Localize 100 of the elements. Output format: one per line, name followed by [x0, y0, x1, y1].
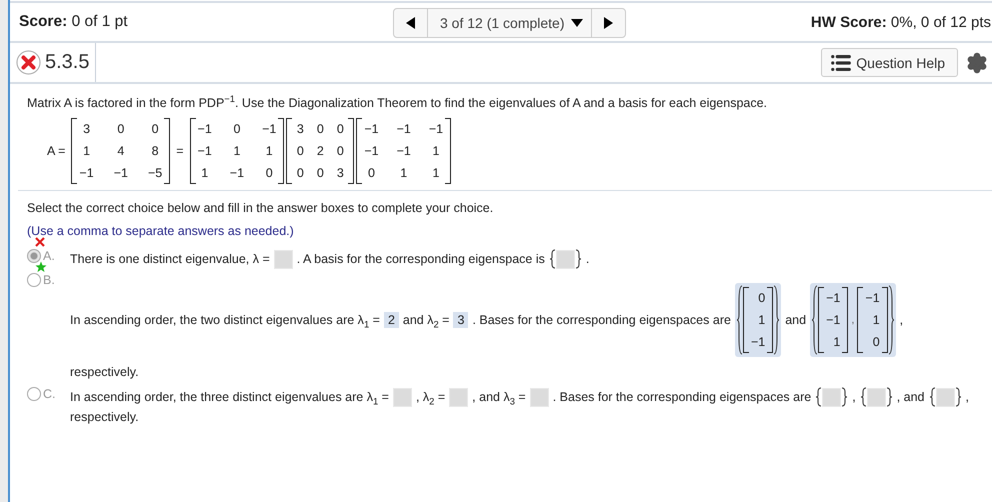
- answer-set[interactable]: −1 −1 1 , −1 1 0: [810, 283, 896, 357]
- brace-icon: [954, 387, 962, 407]
- matrix-entry: −1: [826, 313, 840, 327]
- matrix-entry: −1: [428, 122, 444, 136]
- answer-box[interactable]: [274, 250, 293, 268]
- matrix-entry: 0: [366, 166, 376, 180]
- choice-text: In ascending order, the two distinct eigenvalues are λ$_{1}$ =: [70, 313, 380, 327]
- question-number: 5.3.5: [41, 43, 96, 82]
- matrix-entry: 0: [150, 122, 160, 136]
- matrix-entry: 1: [264, 144, 274, 158]
- hw-score-text: HW Score: 0%, 0 of 12 pts: [810, 14, 991, 30]
- answer-box[interactable]: [936, 388, 954, 406]
- matrix-entry: 8: [150, 144, 160, 158]
- matrix-entry: 1: [232, 144, 242, 158]
- matrix-entry: 4: [116, 144, 126, 158]
- answer-box[interactable]: [822, 388, 842, 406]
- answer-box[interactable]: [530, 388, 549, 406]
- matrix-entry: 0: [296, 166, 305, 180]
- answer-box[interactable]: [392, 388, 412, 406]
- matrix-entry: 2: [316, 144, 325, 158]
- brace-icon: [574, 249, 582, 269]
- instructions: Select the correct choice below and fill in the answer boxes to complete your choice.: [27, 201, 494, 215]
- equation-label: A =: [47, 144, 66, 158]
- brace-icon: [736, 285, 743, 355]
- matrix-entry: 0: [296, 144, 305, 158]
- brace-icon: [811, 285, 818, 355]
- hint-note: (Use a comma to separate answers as needed.): [27, 224, 295, 238]
- matrix-entry: 1: [832, 335, 840, 349]
- choice-letter: A.: [43, 249, 55, 263]
- score-text: Score: 0 of 1 pt: [19, 13, 128, 31]
- choice-text: . Bases for the corresponding eigenspaces are: [552, 390, 812, 404]
- matrix-entry: −1: [750, 335, 766, 349]
- matrix-entry: 0: [757, 291, 766, 305]
- matrix-entry: 1: [757, 313, 766, 327]
- matrix-entry: 1: [872, 313, 880, 327]
- brace-icon: [773, 285, 780, 355]
- matrix-entry: 0: [232, 122, 242, 136]
- matrix-entry: 0: [872, 335, 880, 349]
- choice-text: and: [785, 313, 806, 327]
- choice-text: respectively.: [70, 410, 139, 424]
- matrix-entry: 0: [116, 122, 126, 136]
- matrix-entry: −1: [198, 144, 212, 158]
- matrix-entry: −1: [364, 144, 379, 158]
- radio-button[interactable]: [27, 387, 41, 401]
- question-prompt: Matrix A is factored in the form PDP$^{−1}$. Use the Diagonalization Theorem to find the eigenvalues of A and a basis for each eigenspace.: [27, 96, 768, 110]
- matrix-entry: 1: [82, 144, 92, 158]
- radio-button[interactable]: [27, 249, 41, 263]
- matrix-entry: −1: [826, 291, 840, 305]
- choice-text: and λ$_{2}$ =: [402, 313, 450, 327]
- choice-text: There is one distinct eigenvalue, λ =: [70, 252, 270, 266]
- matrix-entry: −1: [79, 166, 94, 180]
- matrix-entry: −1: [396, 122, 411, 136]
- matrix-entry: 3: [82, 122, 92, 136]
- choice-letter: B.: [43, 273, 55, 287]
- matrix-entry: 0: [316, 166, 325, 180]
- matrix-entry: 0: [264, 166, 274, 180]
- choice-text: , λ$_{2}$ =: [416, 390, 446, 404]
- choice-letter: C.: [43, 387, 56, 401]
- radio-button[interactable]: [27, 273, 41, 287]
- matrix-entry: −1: [198, 122, 212, 136]
- matrix-entry: −1: [262, 122, 276, 136]
- matrix-entry: −1: [364, 122, 379, 136]
- matrix-entry: −1: [230, 166, 244, 180]
- choice-text: ,: [966, 390, 969, 404]
- choice-text: .: [586, 252, 590, 266]
- matrix-entry: 1: [432, 166, 440, 180]
- matrix-entry: −1: [865, 291, 880, 305]
- choice-text: , and: [896, 390, 924, 404]
- matrix-entry: −1: [396, 144, 411, 158]
- brace-icon: [928, 387, 936, 407]
- choice-text: In ascending order, the three distinct eigenvalues are λ$_{1}$ =: [70, 390, 389, 404]
- settings-icon[interactable]: [966, 52, 988, 74]
- question-help-button[interactable]: Question Help: [821, 48, 958, 77]
- choice-text: ,: [900, 313, 904, 327]
- matrix-entry: 3: [296, 122, 305, 136]
- choice-text: respectively.: [70, 365, 139, 379]
- equals-sign: =: [176, 144, 184, 158]
- matrix-entry: 0: [316, 122, 325, 136]
- choice-text: . Bases for the corresponding eigenspaces are: [472, 313, 731, 327]
- answer-box[interactable]: 2: [384, 312, 399, 328]
- brace-icon: [841, 387, 848, 407]
- choice-text: ,: [852, 390, 856, 404]
- matrix-entry: −1: [114, 166, 128, 180]
- answer-set[interactable]: 0 1 −1: [734, 283, 782, 357]
- brace-icon: [815, 387, 822, 407]
- matrix-entry: 0: [336, 144, 345, 158]
- matrix-entry: −5: [148, 166, 162, 180]
- brace-icon: [548, 249, 556, 269]
- matrix-entry: 0: [336, 122, 345, 136]
- choice-text: . A basis for the corresponding eigenspace is: [296, 252, 545, 266]
- brace-icon: [886, 387, 893, 407]
- answer-box[interactable]: [866, 388, 886, 406]
- answer-box[interactable]: [449, 388, 468, 406]
- answer-box[interactable]: [556, 250, 575, 268]
- brace-icon: [888, 285, 895, 355]
- answer-box[interactable]: 3: [453, 312, 468, 328]
- matrix-entry: 1: [200, 166, 210, 180]
- matrix-entry: 1: [432, 144, 440, 158]
- brace-icon: [860, 387, 867, 407]
- matrix-entry: 3: [336, 166, 345, 180]
